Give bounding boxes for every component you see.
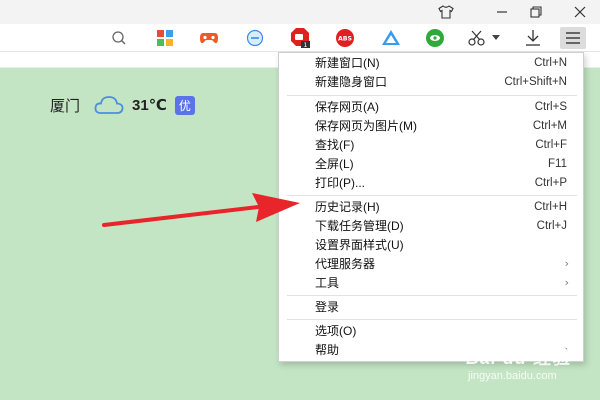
menu-item-new-incognito-window[interactable]: 新建隐身窗口 Ctrl+Shift+N (279, 72, 583, 91)
menu-item-label: 保存网页(A) (315, 100, 379, 114)
game-icon[interactable] (198, 27, 220, 49)
menu-item-download-manager[interactable]: 下载任务管理(D) Ctrl+J (279, 216, 583, 235)
menu-item-label: 新建窗口(N) (315, 56, 380, 70)
menu-item-label: 帮助 (315, 343, 340, 357)
menu-separator (287, 95, 577, 96)
menu-item-label: 代理服务器 (315, 257, 376, 271)
adblock-stop-icon[interactable]: 1 (290, 27, 312, 49)
menu-item-find[interactable]: 查找(F) Ctrl+F (279, 135, 583, 154)
menu-item-shortcut: Ctrl+S (534, 100, 567, 113)
restore-icon[interactable] (520, 0, 552, 24)
weather-temperature: 31℃ (132, 97, 167, 114)
menu-item-label: 历史记录(H) (315, 200, 380, 214)
menu-item-save-page-as-image[interactable]: 保存网页为图片(M) Ctrl+M (279, 116, 583, 135)
chevron-right-icon: › (564, 276, 569, 289)
main-menu: 新建窗口(N) Ctrl+N 新建隐身窗口 Ctrl+Shift+N 保存网页(… (278, 52, 584, 362)
chevron-down-icon[interactable] (490, 27, 502, 49)
menu-item-shortcut: Ctrl+M (532, 119, 567, 132)
menu-item-shortcut: Ctrl+H (534, 200, 567, 213)
menu-item-shortcut: Ctrl+F (535, 138, 567, 151)
cloud-icon (94, 94, 124, 116)
menu-item-print[interactable]: 打印(P)... Ctrl+P (279, 173, 583, 192)
menu-separator (287, 295, 577, 296)
title-bar (0, 0, 600, 24)
menu-item-label: 打印(P)... (315, 176, 365, 190)
search-icon[interactable] (108, 27, 130, 49)
menu-item-shortcut: Ctrl+N (534, 56, 567, 69)
menu-item-label: 选项(O) (315, 324, 357, 338)
menu-item-fullscreen[interactable]: 全屏(L) F11 (279, 154, 583, 173)
scissors-icon[interactable] (466, 27, 488, 49)
menu-item-label: 登录 (315, 300, 340, 314)
notification-badge: 1 (303, 41, 307, 49)
menu-icon[interactable] (560, 27, 586, 49)
watermark-text: Bai du 经验 (466, 348, 572, 368)
menu-item-label: 工具 (315, 276, 340, 290)
menu-item-label: 保存网页为图片(M) (315, 119, 417, 133)
menu-item-shortcut: Ctrl+J (536, 219, 567, 232)
toolbar: 1 ABS (0, 24, 600, 52)
menu-item-save-page[interactable]: 保存网页(A) Ctrl+S (279, 97, 583, 116)
menu-item-shortcut: Ctrl+Shift+N (504, 75, 567, 88)
minimize-icon[interactable] (486, 0, 518, 24)
minus-circle-icon[interactable] (244, 27, 266, 49)
baidu-watermark: Bai du 经验 jingyan.baidu.com (466, 344, 576, 388)
download-icon[interactable] (522, 27, 544, 49)
apps-icon[interactable] (154, 27, 176, 49)
menu-item-interface-style[interactable]: 设置界面样式(U) (279, 235, 583, 254)
menu-item-shortcut: F11 (548, 157, 567, 170)
menu-item-tools[interactable]: 工具 › (279, 273, 583, 292)
tshirt-icon[interactable] (430, 0, 462, 24)
menu-item-label: 新建隐身窗口 (315, 75, 388, 89)
abs-label: ABS (338, 36, 352, 43)
close-icon[interactable] (564, 0, 596, 24)
abs-icon[interactable]: ABS (334, 27, 356, 49)
menu-item-label: 下载任务管理(D) (315, 219, 404, 233)
menu-item-proxy-server[interactable]: 代理服务器 › (279, 254, 583, 273)
menu-item-shortcut: Ctrl+P (534, 176, 567, 189)
menu-item-label: 设置界面样式(U) (315, 238, 404, 252)
watermark-url: jingyan.baidu.com (468, 370, 557, 382)
menu-item-new-window[interactable]: 新建窗口(N) Ctrl+N (279, 53, 583, 72)
weather-city: 厦门 (50, 97, 81, 115)
menu-item-history[interactable]: 历史记录(H) Ctrl+H (279, 197, 583, 216)
weather-widget[interactable]: 厦门 31℃ 优 (50, 94, 195, 116)
menu-separator (287, 319, 577, 320)
chevron-right-icon: › (564, 257, 569, 270)
menu-item-login[interactable]: 登录 (279, 297, 583, 316)
menu-separator (287, 195, 577, 196)
menu-item-label: 查找(F) (315, 138, 355, 152)
menu-item-options[interactable]: 选项(O) (279, 321, 583, 340)
drive-icon[interactable] (380, 27, 402, 49)
aqi-badge: 优 (174, 95, 195, 115)
green-plugin-icon[interactable] (424, 27, 446, 49)
menu-item-label: 全屏(L) (315, 157, 354, 171)
